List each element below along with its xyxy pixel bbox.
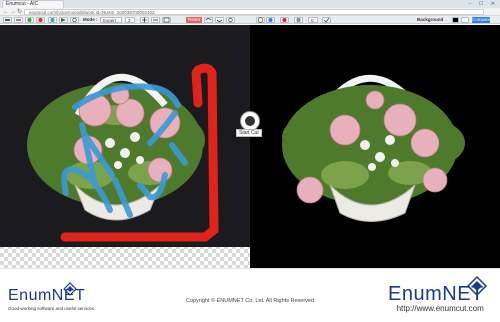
select-tool-button[interactable] xyxy=(59,17,68,23)
zoom-out-button[interactable] xyxy=(151,17,160,23)
footer: EnumNET Good-working software and useful… xyxy=(0,268,500,322)
logo-mark-large-icon xyxy=(466,275,488,297)
start-cut-button[interactable] xyxy=(240,111,260,131)
source-photo[interactable] xyxy=(0,25,250,247)
reload-icon[interactable]: ↻ xyxy=(17,8,22,16)
eraser-tool-button[interactable] xyxy=(14,17,23,23)
fit-button[interactable] xyxy=(162,17,171,23)
brush-tool-button[interactable] xyxy=(3,17,12,23)
marker-red-button[interactable] xyxy=(36,17,45,23)
remove-point-button[interactable] xyxy=(280,17,289,23)
background-label: Background xyxy=(417,17,444,22)
mode-label: Mode : xyxy=(83,17,98,22)
footer-tagline: Good-working software and useful service… xyxy=(8,306,95,311)
editor-toolbar: Mode : Expert 3 Reset 0. Background Comp… xyxy=(0,16,500,24)
marker-green-button[interactable] xyxy=(25,17,34,23)
compare-button[interactable]: Compare xyxy=(472,17,491,23)
website-link[interactable]: http://www.enumcut.com xyxy=(388,304,484,313)
source-photo-art xyxy=(27,63,219,242)
zoom-in-button[interactable] xyxy=(140,17,149,23)
add-point-button[interactable] xyxy=(266,17,275,23)
logo-mark-icon xyxy=(63,282,77,296)
edit-tool-button[interactable] xyxy=(256,17,265,23)
source-canvas[interactable] xyxy=(0,25,250,268)
address-bar: ← → ↻ enumcut.com/lygoemocedit/work.id=N… xyxy=(0,8,500,16)
result-photo-art xyxy=(282,75,465,222)
apply-button[interactable] xyxy=(322,17,331,23)
browser-tabbar: Enumcut - AIC – ☐ ✕ xyxy=(0,0,500,8)
background-dropdown[interactable] xyxy=(461,17,469,23)
marker-blue-button[interactable] xyxy=(48,17,57,23)
background-color-swatch[interactable] xyxy=(452,17,459,23)
back-icon[interactable]: ← xyxy=(3,8,9,16)
start-cut-label[interactable]: Start Cut xyxy=(236,129,262,137)
undo-button[interactable] xyxy=(204,17,213,23)
redo-button[interactable] xyxy=(215,17,224,23)
window-controls[interactable]: – ☐ ✕ xyxy=(469,1,498,7)
mode-select[interactable]: Expert xyxy=(100,17,122,23)
workspace: Start Cut xyxy=(0,25,500,268)
result-canvas[interactable] xyxy=(250,25,500,268)
brush-size-select[interactable]: 3 xyxy=(125,17,135,23)
browser-tab[interactable]: Enumcut - AIC xyxy=(2,0,64,8)
reset-button[interactable]: Reset xyxy=(186,17,202,23)
smooth-button[interactable] xyxy=(294,17,303,23)
history-button[interactable] xyxy=(226,17,235,23)
hand-tool-button[interactable] xyxy=(70,17,79,23)
enumcut-app: Enumcut - AIC – ☐ ✕ ← → ↻ enumcut.com/ly… xyxy=(0,0,500,322)
feather-value-field[interactable]: 0. xyxy=(308,17,318,23)
forward-icon[interactable]: → xyxy=(10,8,16,16)
url-field[interactable]: enumcut.com/lygoemocedit/work.id=NUKE_20… xyxy=(24,9,484,15)
